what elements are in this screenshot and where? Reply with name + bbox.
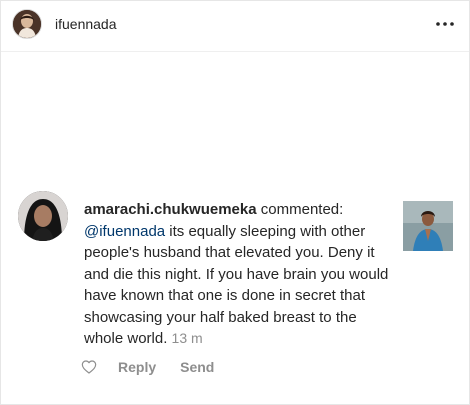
heart-outline-icon[interactable] xyxy=(81,359,97,375)
commenter-photo-icon xyxy=(18,191,68,241)
avatar-photo-icon xyxy=(13,10,41,38)
send-button[interactable]: Send xyxy=(180,357,214,377)
post-header: ifuennada xyxy=(1,1,469,52)
post-thumbnail[interactable] xyxy=(403,201,453,251)
comment-notification-card: ifuennada amarachi.chukwuemeka commented… xyxy=(0,0,470,405)
user-avatar[interactable] xyxy=(12,9,42,39)
commenter-avatar[interactable] xyxy=(18,191,68,241)
comment-timestamp: 13 m xyxy=(171,330,203,346)
comment-verb: commented: xyxy=(260,201,344,218)
comment-text: its equally sleeping with other people's… xyxy=(84,222,389,348)
commenter-username[interactable]: amarachi.chukwuemeka xyxy=(84,201,257,218)
comment-text-block: amarachi.chukwuemeka commented: @ifuenna… xyxy=(84,199,389,350)
comment-actions: Reply Send xyxy=(81,357,238,377)
mention-link[interactable]: @ifuennada xyxy=(84,223,165,240)
header-username[interactable]: ifuennada xyxy=(55,15,117,33)
more-horizontal-icon[interactable] xyxy=(435,15,455,33)
reply-button[interactable]: Reply xyxy=(118,357,156,377)
post-thumbnail-image-icon xyxy=(403,201,453,251)
